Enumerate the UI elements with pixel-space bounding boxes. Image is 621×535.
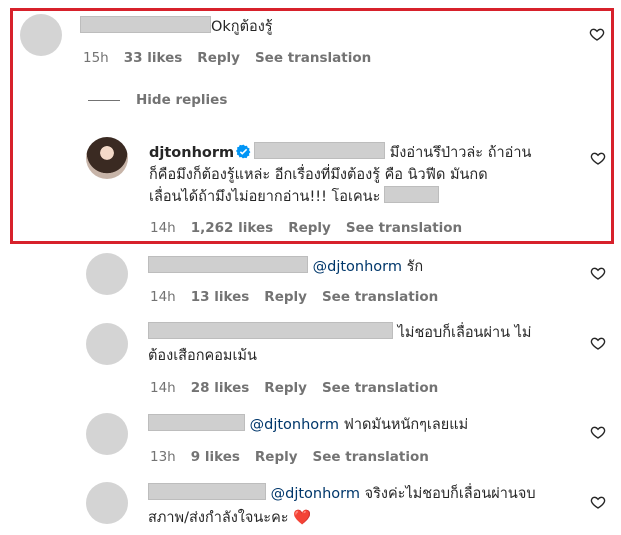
hide-replies-button[interactable]: Hide replies — [88, 92, 227, 108]
heart-icon[interactable] — [590, 424, 606, 440]
comment-text: Okกูต้องรู้ — [211, 19, 273, 35]
comment-text: รัก — [406, 259, 424, 275]
likes-count[interactable]: 13 likes — [191, 289, 250, 305]
redacted-username — [148, 414, 245, 431]
see-translation-button[interactable]: See translation — [313, 449, 429, 465]
timestamp[interactable]: 15h — [83, 50, 109, 66]
see-translation-button[interactable]: See translation — [346, 220, 462, 236]
likes-count[interactable]: 33 likes — [124, 50, 183, 66]
comment-meta: 15h 33 likes Reply See translation — [83, 50, 386, 66]
comment-text-line-1: มึงอ่านรึป่าวล่ะ ถ้าอ่าน — [389, 145, 532, 161]
reply-button[interactable]: Reply — [288, 220, 331, 236]
redacted-username — [148, 483, 266, 500]
avatar[interactable] — [20, 14, 62, 56]
avatar[interactable] — [86, 137, 128, 179]
likes-count[interactable]: 9 likes — [191, 449, 240, 465]
comment-text-line-1: จริงค่ะไม่ชอบก็เลื่อนผ่านจบ — [364, 486, 536, 502]
comment-meta: 14h 28 likes Reply See translation — [150, 380, 453, 396]
mention-link[interactable]: @djtonhorm — [250, 417, 339, 433]
avatar[interactable] — [86, 323, 128, 365]
see-translation-button[interactable]: See translation — [322, 289, 438, 305]
highlight-box — [10, 8, 614, 244]
heart-icon[interactable] — [590, 150, 606, 166]
avatar[interactable] — [86, 482, 128, 524]
divider — [88, 99, 120, 101]
redacted-mention — [254, 142, 386, 159]
timestamp[interactable]: 14h — [150, 289, 176, 305]
redacted-text — [384, 186, 440, 203]
heart-icon[interactable] — [590, 335, 606, 351]
comment-text-line-1: ไม่ชอบก็เลื่อนผ่าน ไม่ — [397, 325, 532, 341]
redacted-username — [148, 256, 308, 273]
redacted-username — [80, 16, 211, 33]
mention-link[interactable]: @djtonhorm — [271, 486, 360, 502]
reply-button[interactable]: Reply — [264, 289, 307, 305]
comment-text: ฟาดมันหนักๆเลยแม่ — [343, 417, 469, 433]
heart-icon[interactable] — [590, 494, 606, 510]
likes-count[interactable]: 1,262 likes — [191, 220, 273, 236]
timestamp[interactable]: 14h — [150, 220, 176, 236]
red-heart-emoji: ❤️ — [293, 510, 312, 526]
heart-icon[interactable] — [590, 265, 606, 281]
verified-badge-icon — [236, 144, 251, 159]
timestamp[interactable]: 14h — [150, 380, 176, 396]
timestamp[interactable]: 13h — [150, 449, 176, 465]
mention-link[interactable]: @djtonhorm — [313, 259, 402, 275]
comment-text-line-3: เลื่อนได้ถ้ามึงไม่อยากอ่าน!!! โอเคนะ — [149, 189, 381, 205]
see-translation-button[interactable]: See translation — [255, 50, 371, 66]
likes-count[interactable]: 28 likes — [191, 380, 250, 396]
comment-meta: 13h 9 likes Reply See translation — [150, 449, 444, 465]
comment-text-line-2: สภาพ/ส่งกำลังใจนะคะ — [148, 510, 289, 526]
reply-button[interactable]: Reply — [255, 449, 298, 465]
see-translation-button[interactable]: See translation — [322, 380, 438, 396]
comment-meta: 14h 1,262 likes Reply See translation — [150, 220, 477, 236]
avatar[interactable] — [86, 413, 128, 455]
comment-meta: 14h 13 likes Reply See translation — [150, 289, 453, 305]
reply-button[interactable]: Reply — [197, 50, 240, 66]
avatar[interactable] — [86, 253, 128, 295]
comment-text-line-2: ต้องเสือกคอมเม้น — [148, 348, 257, 364]
hide-replies-label: Hide replies — [136, 92, 228, 108]
username[interactable]: djtonhorm — [149, 145, 234, 161]
reply-button[interactable]: Reply — [264, 380, 307, 396]
heart-icon[interactable] — [589, 26, 605, 42]
comment-text-line-2: ก็คือมึงก็ต้องรู้แหล่ะ อีกเรื่องที่มึงต้… — [149, 167, 488, 183]
redacted-username — [148, 322, 393, 339]
